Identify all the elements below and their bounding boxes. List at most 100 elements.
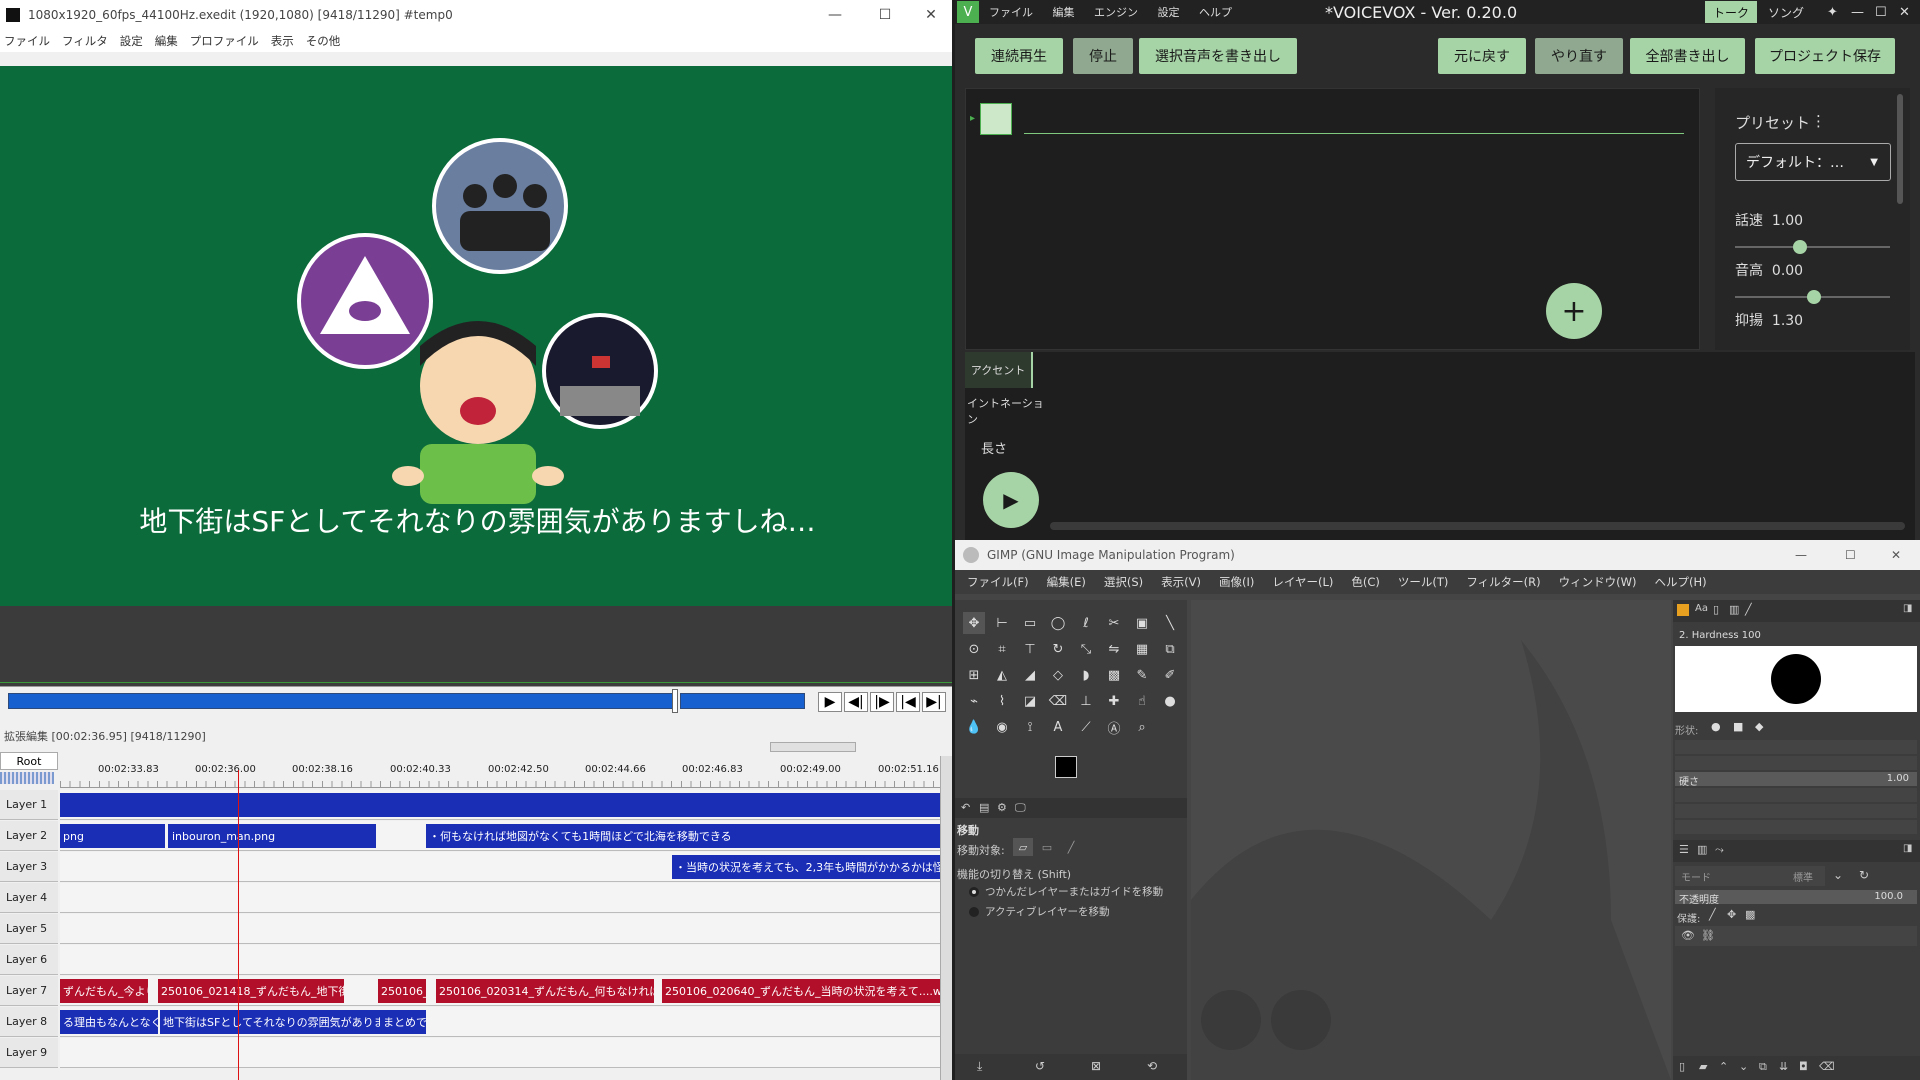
pencil-icon[interactable]: ✎ — [1131, 664, 1153, 686]
layer-label[interactable]: Layer 5 — [0, 914, 58, 944]
crop-icon[interactable]: ⌗ — [991, 638, 1013, 660]
diamond-shape-icon[interactable]: ◆ — [1755, 720, 1763, 733]
playhead-line[interactable] — [238, 770, 239, 1080]
handle-transform-icon[interactable]: ◇ — [1047, 664, 1069, 686]
brush-preview[interactable] — [1675, 646, 1917, 712]
menu-help[interactable]: ヘルプ — [1199, 6, 1232, 19]
layer-label[interactable]: Layer 3 — [0, 852, 58, 882]
new-layer-icon[interactable]: ▯ — [1679, 1060, 1685, 1073]
brushes-tab-icon[interactable] — [1677, 604, 1689, 616]
menu-file[interactable]: ファイル(F) — [967, 574, 1029, 590]
paint-tab-icon[interactable]: ╱ — [1745, 603, 1752, 616]
menu-engine[interactable]: エンジン — [1094, 6, 1138, 19]
maximize-icon[interactable]: ☐ — [1875, 5, 1887, 20]
dodge-icon[interactable]: 💧 — [963, 716, 985, 738]
channels-tab-icon[interactable]: ▥ — [1697, 843, 1707, 856]
menu-help[interactable]: ヘルプ(H) — [1654, 574, 1706, 590]
zoom-slider[interactable] — [770, 742, 856, 752]
tab-intonation[interactable]: イントネーション — [965, 396, 1045, 426]
pattern-icon[interactable]: ▩ — [1103, 664, 1125, 686]
delete-layer-icon[interactable]: ⌫ — [1819, 1060, 1835, 1073]
continuous-play-button[interactable]: 連続再生 — [975, 38, 1063, 74]
video-preview[interactable]: 地下街はSFとしてそれなりの雰囲気がありますしね… — [0, 66, 955, 606]
radio-icon[interactable] — [969, 906, 979, 917]
lock-position-icon[interactable]: ✥ — [1727, 908, 1736, 921]
radio-selected-icon[interactable] — [969, 886, 979, 897]
bucket-icon[interactable]: ◭ — [991, 664, 1013, 686]
save-project-button[interactable]: プロジェクト保存 — [1755, 38, 1895, 74]
more-vert-icon[interactable]: ⋮ — [1811, 112, 1826, 130]
burn-icon[interactable]: ◉ — [991, 716, 1013, 738]
tab-length[interactable]: 長さ — [981, 432, 1007, 462]
device-icon[interactable]: ▤ — [979, 801, 989, 814]
chain-icon[interactable]: ⛓ — [1701, 929, 1715, 942]
mask-icon[interactable]: ◘ — [1799, 1060, 1808, 1073]
smudge-icon[interactable]: ☝ — [1131, 690, 1153, 712]
scissors-icon[interactable]: ✂ — [1103, 612, 1125, 634]
menu-file[interactable]: ファイル — [989, 6, 1033, 19]
path-icon[interactable]: ╲ — [1159, 612, 1181, 634]
text-tool-icon[interactable]: A — [1047, 716, 1069, 738]
tool-options-icon[interactable]: ⚙ — [997, 801, 1007, 814]
rect-select-icon[interactable]: ▭ — [1019, 612, 1041, 634]
reset-options-icon[interactable]: ⟲ — [1147, 1059, 1157, 1073]
layer-lane[interactable] — [60, 883, 940, 913]
lasso-icon[interactable]: ℓ — [1075, 612, 1097, 634]
horizontal-scrollbar[interactable] — [1050, 522, 1905, 530]
fill-icon[interactable]: ◗ — [1075, 664, 1097, 686]
layer-lane[interactable] — [60, 914, 940, 944]
close-icon[interactable]: ✕ — [1899, 5, 1910, 20]
layers-tab-icon[interactable]: ☰ — [1679, 843, 1689, 856]
maximize-icon[interactable]: ☐ — [862, 0, 908, 30]
root-button[interactable]: Root — [0, 752, 58, 770]
restore-options-icon[interactable]: ↺ — [1035, 1059, 1045, 1073]
warp-icon[interactable]: ⊞ — [963, 664, 985, 686]
foreground-select-icon[interactable]: ▣ — [1131, 612, 1153, 634]
timeline-clip[interactable]: まとめです — [380, 1010, 426, 1034]
go-end-icon[interactable]: ▶| — [922, 692, 946, 712]
dock-menu-icon[interactable]: ◨ — [1903, 603, 1912, 614]
param-slider[interactable] — [1675, 804, 1917, 818]
tab-accent[interactable]: アクセント — [965, 352, 1033, 388]
ink-icon[interactable]: ⌇ — [991, 690, 1013, 712]
new-group-icon[interactable]: ▰ — [1699, 1060, 1707, 1073]
timeline-clip[interactable]: 250106_020640_ずんだもん_当時の状況を考えて....wav — [662, 979, 940, 1003]
menu-windows[interactable]: ウィンドウ(W) — [1559, 574, 1637, 590]
tab-talk[interactable]: トーク — [1705, 1, 1757, 23]
export-selected-button[interactable]: 選択音声を書き出し — [1139, 38, 1297, 74]
images-icon[interactable]: 🖵 — [1015, 801, 1026, 815]
menu-settings[interactable]: 設定 — [120, 33, 143, 49]
seek-range[interactable] — [680, 693, 805, 709]
composite-mode-icon[interactable]: ↻ — [1859, 868, 1869, 882]
rotate-icon[interactable]: ↻ — [1047, 638, 1069, 660]
menu-view[interactable]: 表示(V) — [1161, 574, 1201, 590]
layer-lane[interactable] — [60, 1038, 940, 1068]
delete-options-icon[interactable]: ⊠ — [1091, 1059, 1101, 1073]
align-tool-icon[interactable]: ⊢ — [991, 612, 1013, 634]
menu-profile[interactable]: プロファイル — [190, 33, 259, 49]
save-options-icon[interactable]: ⤓ — [977, 1059, 982, 1074]
selection-mode-icon[interactable]: ▭ — [1037, 838, 1057, 856]
option-pick-layer[interactable]: つかんだレイヤーまたはガイドを移動 — [969, 884, 1163, 899]
layer-mode-icon[interactable]: ▱ — [1013, 838, 1033, 856]
timeline-clip[interactable]: 250106_0 — [378, 979, 426, 1003]
menu-edit[interactable]: 編集(E) — [1047, 574, 1086, 590]
gradient-tab-icon[interactable]: ▥ — [1729, 603, 1739, 616]
tab-song[interactable]: ソング — [1761, 4, 1811, 21]
menu-edit[interactable]: 編集 — [1053, 6, 1075, 19]
blur-icon[interactable]: ● — [1159, 690, 1181, 712]
timeline-scrollbar[interactable] — [940, 756, 952, 1080]
layer-label[interactable]: Layer 4 — [0, 883, 58, 913]
close-icon[interactable]: ✕ — [1891, 548, 1901, 562]
layer-label[interactable]: Layer 7 — [0, 976, 58, 1006]
menu-view[interactable]: 表示 — [271, 33, 294, 49]
undo-history-icon[interactable]: ↶ — [961, 801, 970, 814]
eraser-icon[interactable]: ⌫ — [1047, 690, 1069, 712]
pin-icon[interactable]: ✦ — [1827, 5, 1838, 20]
timeline-clip[interactable]: 250106_021418_ずんだもん_地下街は — [158, 979, 344, 1003]
menu-edit[interactable]: 編集 — [155, 33, 178, 49]
opacity-slider[interactable]: 不透明度 100.0 — [1675, 890, 1917, 906]
fonts-tab-icon[interactable]: Aa — [1695, 603, 1708, 614]
menu-image[interactable]: 画像(I) — [1219, 574, 1254, 590]
hardness-slider[interactable]: 硬さ 1.00 — [1675, 772, 1917, 788]
